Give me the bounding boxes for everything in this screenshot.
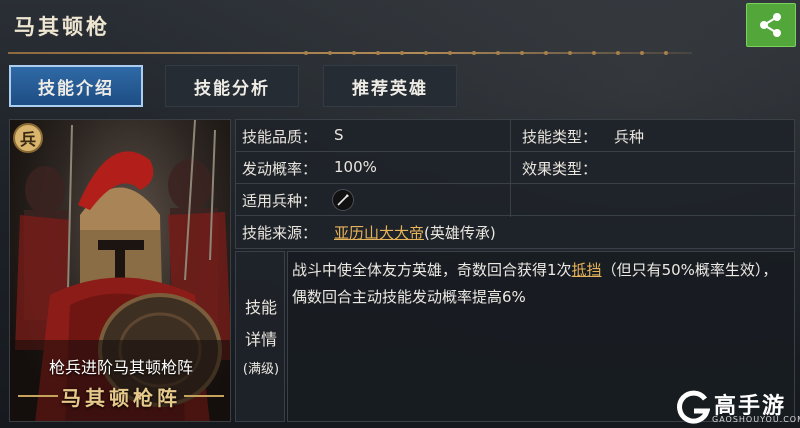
block-keyword-link[interactable]: 抵挡 [572, 261, 602, 279]
detail-header: 技能 详情 (满级) [235, 251, 285, 422]
detail-header-level: (满级) [242, 362, 280, 377]
title-ornament [304, 51, 668, 55]
trigger-value: 100% [334, 158, 377, 176]
source-value: 亚历山大大帝(英雄传承) [334, 222, 496, 243]
right-ornament [184, 395, 224, 397]
watermark-domain: GAOSHOUYOU.COM [712, 415, 800, 424]
gaoshouyou-logo [677, 390, 710, 424]
info-row-troop: 适用兵种： [236, 184, 796, 216]
source-suffix: (英雄传承) [424, 224, 496, 242]
effect-label: 效果类型： [522, 160, 598, 178]
skill-info-table: 技能品质： S 技能类型： 兵种 发动概率： 100% 效果类型： 适用兵种： … [235, 119, 796, 249]
type-label: 技能类型： [522, 128, 598, 146]
info-row-trigger: 发动概率： 100% 效果类型： [236, 152, 796, 184]
tab-recommended-heroes[interactable]: 推荐英雄 [323, 65, 457, 107]
detail-header-line1: 技能 [244, 298, 277, 317]
spear-icon[interactable] [332, 189, 354, 211]
portrait-caption: 枪兵进阶马其顿枪阵 [48, 358, 193, 377]
type-value: 兵种 [614, 128, 645, 146]
trigger-label: 发动概率： [242, 160, 318, 178]
quality-value: S [334, 126, 344, 144]
source-hero-link[interactable]: 亚历山大大帝 [334, 224, 424, 242]
quality-label: 技能品质： [242, 128, 318, 146]
skill-description: 战斗中使全体友方英雄，奇数回合获得1次抵挡（但只有50%概率生效），偶数回合主动… [292, 257, 792, 311]
page-title: 马其顿枪 [14, 15, 110, 39]
share-button[interactable] [746, 3, 796, 47]
header: 马其顿枪 [0, 0, 800, 56]
description-part1: 战斗中使全体友方英雄，奇数回合获得1次 [292, 261, 572, 279]
troop-badge: 兵 [13, 123, 43, 153]
skill-portrait: 兵 枪兵进阶马其顿枪阵 马其顿枪阵 [9, 119, 231, 422]
source-label: 技能来源： [242, 224, 318, 242]
tab-skill-analysis[interactable]: 技能分析 [165, 65, 299, 107]
info-row-quality: 技能品质： S 技能类型： 兵种 [236, 120, 796, 152]
info-row-source: 技能来源： 亚历山大大帝(英雄传承) [236, 216, 796, 248]
share-icon [760, 13, 781, 37]
detail-header-line2: 详情 [244, 330, 277, 349]
tab-skill-intro[interactable]: 技能介绍 [9, 65, 143, 107]
troop-label: 适用兵种： [242, 192, 318, 210]
watermark: 高手游 GAOSHOUYOU.COM [676, 388, 800, 426]
